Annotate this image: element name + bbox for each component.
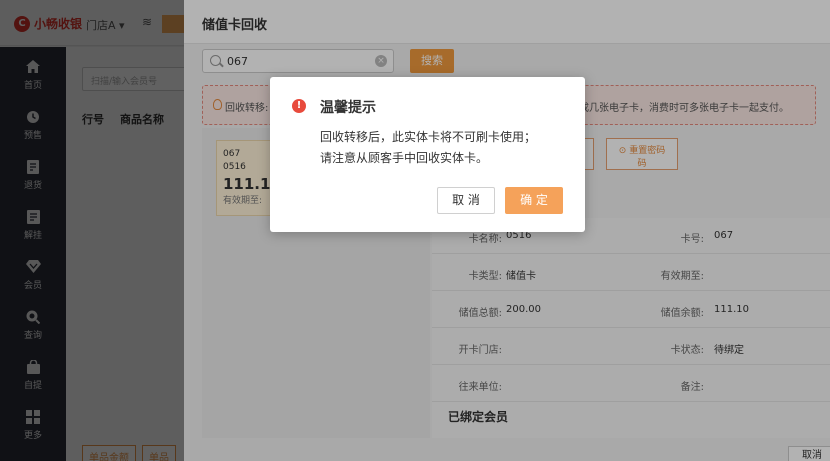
confirm-button[interactable]: 确 定	[505, 187, 563, 214]
warm-tip-dialog: ! 温馨提示 回收转移后，此实体卡将不可刷卡使用； 请注意从顾客手中回收实体卡。…	[270, 77, 585, 232]
cancel-button[interactable]: 取 消	[437, 187, 495, 214]
dialog-message: 回收转移后，此实体卡将不可刷卡使用； 请注意从顾客手中回收实体卡。	[320, 127, 536, 169]
warning-icon: !	[292, 99, 306, 113]
dialog-title: 温馨提示	[320, 100, 376, 116]
dialog-message-line-1: 回收转移后，此实体卡将不可刷卡使用；	[320, 130, 537, 144]
dialog-message-line-2: 请注意从顾客手中回收实体卡。	[320, 151, 489, 165]
